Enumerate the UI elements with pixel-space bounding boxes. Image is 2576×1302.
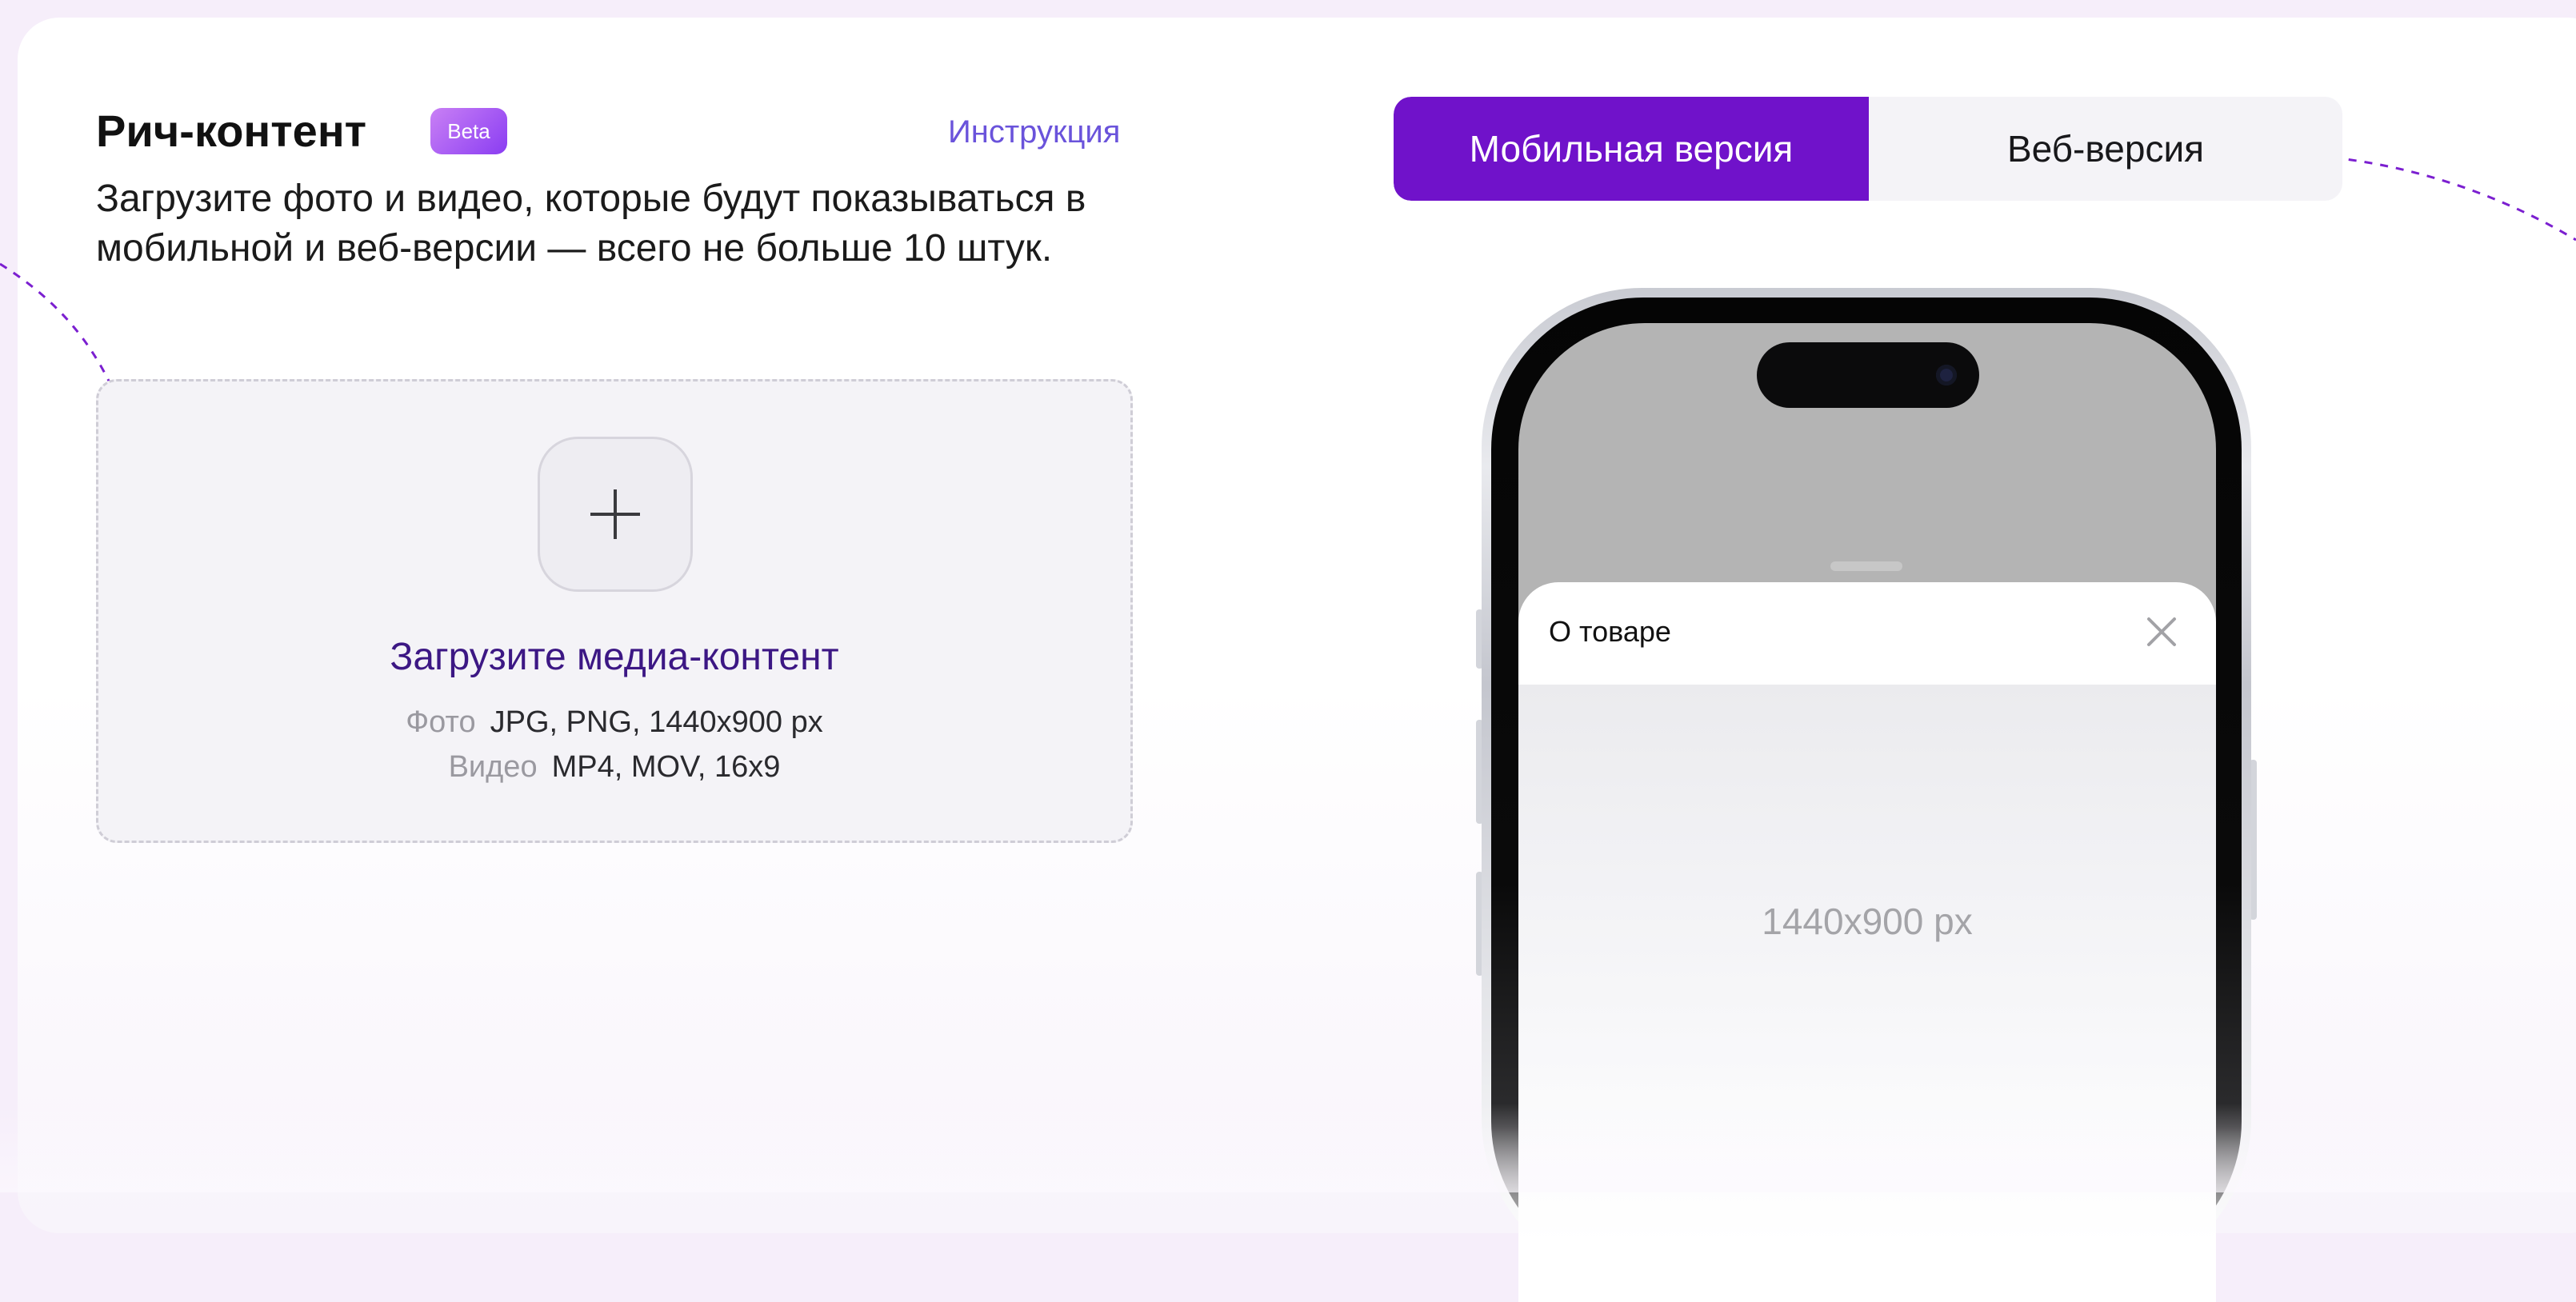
- version-switch: Мобильная версия Веб-версия: [1394, 97, 2342, 201]
- beta-badge: Beta: [430, 108, 507, 154]
- close-icon[interactable]: [2142, 613, 2181, 651]
- sheet-grabber[interactable]: [1830, 561, 1902, 571]
- format-type: Фото: [406, 705, 476, 739]
- tab-mobile-version[interactable]: Мобильная версия: [1394, 97, 1869, 201]
- page-title: Рич-контент: [96, 106, 367, 156]
- video-format-row: Видео MP4, MOV, 16x9: [96, 745, 1133, 789]
- description-text: Загрузите фото и видео, которые будут по…: [96, 178, 1086, 270]
- placeholder-size-label: 1440x900 px: [1762, 901, 1973, 942]
- format-type: Видео: [448, 750, 538, 784]
- instructions-link[interactable]: Инструкция: [948, 112, 1120, 152]
- tab-web-version[interactable]: Веб-версия: [1869, 97, 2342, 201]
- sheet-title: О товаре: [1549, 615, 1671, 648]
- add-media-button[interactable]: [538, 437, 693, 592]
- media-placeholder: [1518, 685, 2216, 1244]
- format-spec: JPG, PNG, 1440x900 px: [490, 705, 823, 739]
- format-spec: MP4, MOV, 16x9: [551, 750, 781, 784]
- photo-format-row: Фото JPG, PNG, 1440x900 px: [96, 701, 1133, 744]
- camera-icon: [1936, 365, 1957, 385]
- upload-media-label[interactable]: Загрузите медиа-контент: [96, 633, 1133, 681]
- plus-icon: [590, 489, 640, 539]
